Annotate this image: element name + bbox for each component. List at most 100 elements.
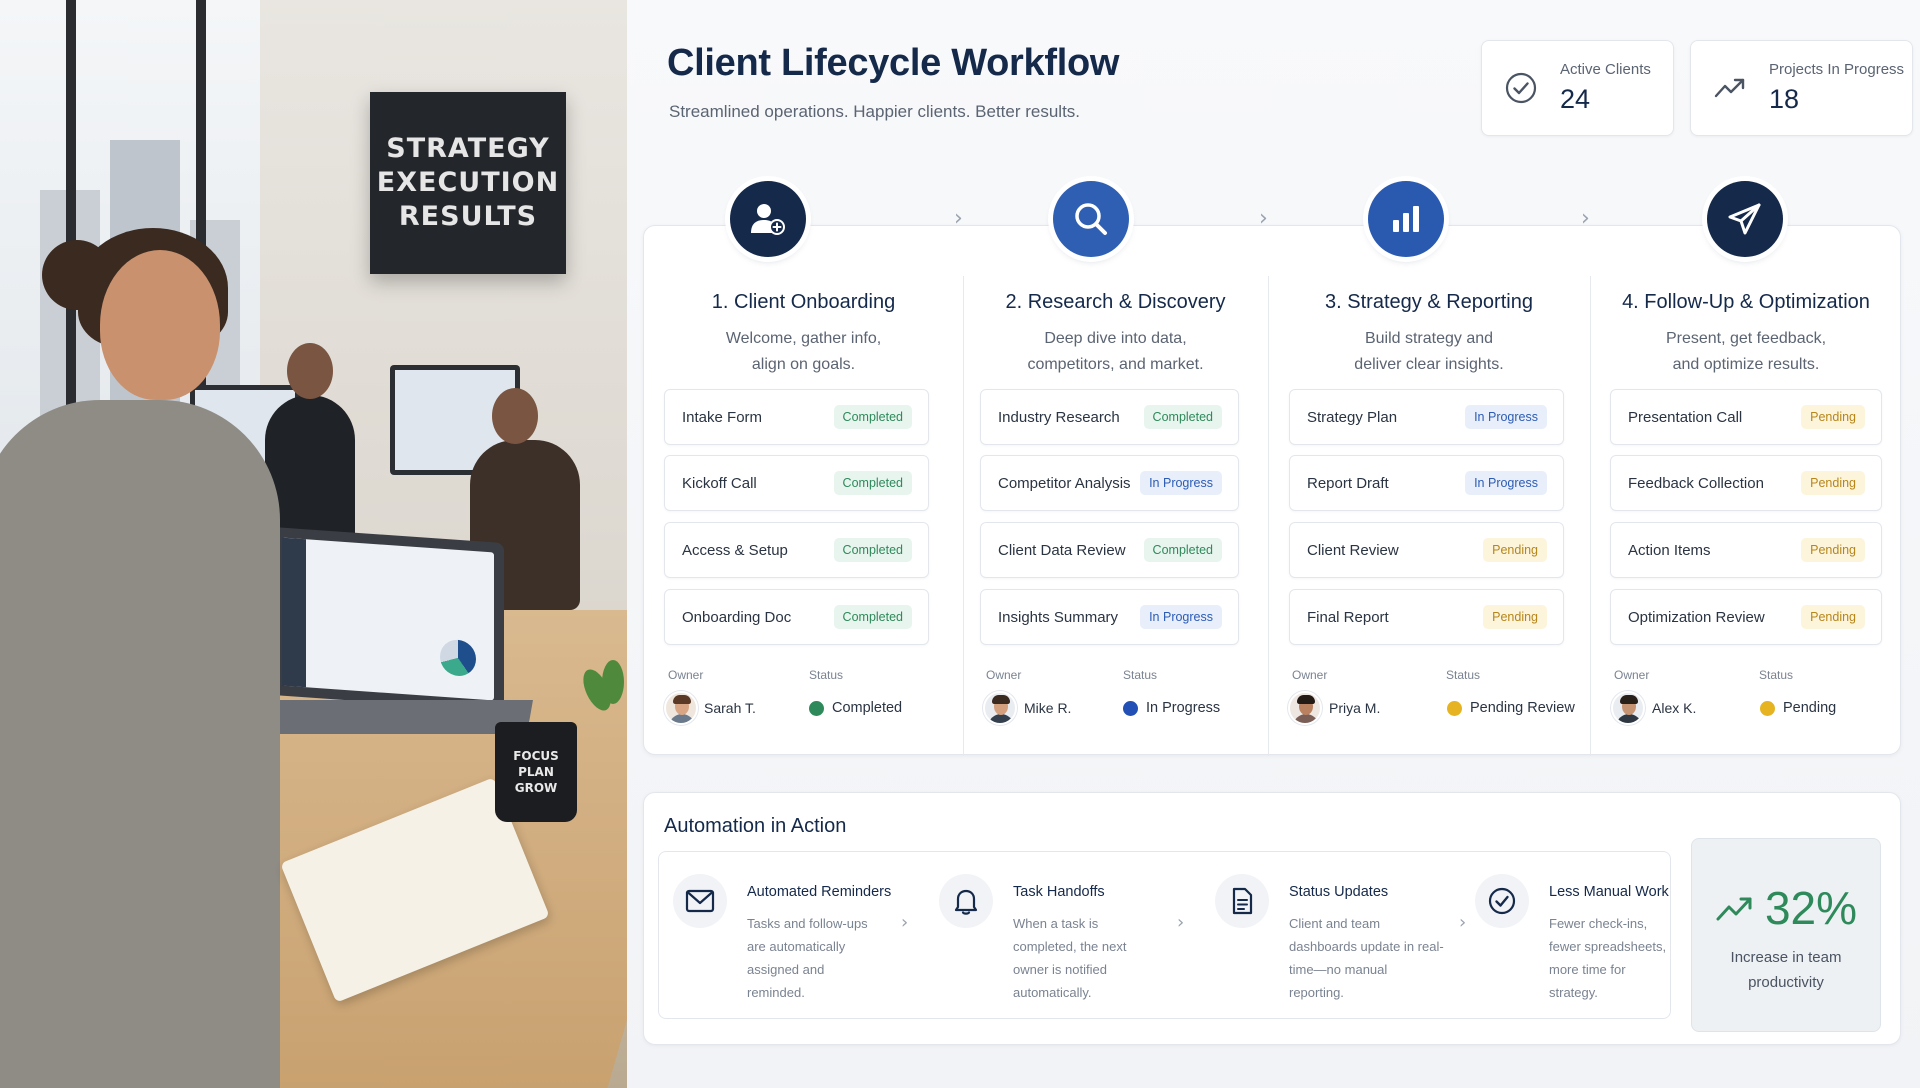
stage-description-line: competitors, and market. — [1027, 356, 1204, 373]
stage-description: Build strategy and deliver clear insight… — [1268, 326, 1590, 378]
task-card[interactable]: Strategy Plan In Progress — [1289, 389, 1564, 445]
productivity-result-card[interactable]: 32% Increase in team productivity — [1691, 838, 1881, 1032]
check-circle-icon — [1475, 874, 1529, 928]
task-name: Client Review — [1307, 541, 1399, 559]
task-card[interactable]: Optimization Review Pending — [1610, 589, 1882, 645]
status-dot — [1447, 701, 1462, 716]
task-name: Optimization Review — [1628, 608, 1765, 626]
page-subtitle: Streamlined operations. Happier clients.… — [669, 102, 1081, 121]
avatar[interactable] — [1611, 691, 1645, 725]
automation-panel: Automation in Action Automated Reminders… — [643, 792, 1901, 1045]
stage-title: 1. Client Onboarding — [711, 291, 896, 313]
status-badge: Pending — [1801, 471, 1865, 495]
task-card[interactable]: Intake Form Completed — [664, 389, 929, 445]
owner-name: Alex K. — [1652, 700, 1697, 716]
kpi-active-clients[interactable]: Active Clients 24 — [1481, 40, 1674, 136]
plant — [577, 660, 627, 740]
avatar[interactable] — [664, 691, 698, 725]
avatar[interactable] — [1288, 691, 1322, 725]
chevron-right-icon: › — [1459, 912, 1467, 933]
task-name: Report Draft — [1307, 474, 1389, 492]
result-caption: Increase in team productivity — [1692, 945, 1880, 995]
status-dot — [1760, 701, 1775, 716]
feature-description: Fewer check-ins, fewer spreadsheets, mor… — [1549, 916, 1667, 1000]
stage-status: Completed — [832, 700, 903, 716]
wall-sign-text: STRATEGY EXECUTION RESULTS — [376, 133, 560, 232]
status-badge: Completed — [833, 471, 912, 495]
task-name: Final Report — [1307, 608, 1389, 626]
status-badge: Completed — [833, 605, 912, 629]
task-name: Intake Form — [682, 408, 763, 426]
feature-title: Status Updates — [1289, 884, 1389, 900]
feature-title: Automated Reminders — [747, 884, 892, 900]
stage-description-line: Deep dive into data, — [1044, 330, 1187, 347]
trend-up-icon — [1714, 78, 1745, 98]
owner-label: Owner — [1292, 668, 1328, 682]
stage-status: Pending — [1783, 700, 1837, 716]
check-circle-icon — [1505, 72, 1537, 104]
mug: FOCUS PLAN GROW — [495, 722, 577, 822]
task-card[interactable]: Access & Setup Completed — [664, 522, 929, 578]
status-label: Status — [1446, 668, 1481, 682]
mail-icon — [673, 874, 727, 928]
stage-description: Welcome, gather info, align on goals. — [644, 326, 963, 378]
add-user-icon[interactable] — [730, 181, 806, 257]
task-card[interactable]: Action Items Pending — [1610, 522, 1882, 578]
search-icon[interactable] — [1053, 181, 1129, 257]
owner-label: Owner — [1614, 668, 1650, 682]
feature-title: Less Manual Work — [1549, 884, 1669, 900]
paper-plane-icon[interactable] — [1707, 181, 1783, 257]
kpi-value: 18 — [1769, 84, 1800, 114]
task-card[interactable]: Feedback Collection Pending — [1610, 455, 1882, 511]
stage-client-onboarding: 1. Client Onboarding Welcome, gather inf… — [644, 181, 963, 756]
task-card[interactable]: Onboarding Doc Completed — [664, 589, 929, 645]
stage-strategy-reporting: 3. Strategy & Reporting Build strategy a… — [1268, 181, 1590, 756]
owner-name: Priya M. — [1329, 700, 1381, 716]
task-card[interactable]: Client Review Pending — [1289, 522, 1564, 578]
task-card[interactable]: Insights Summary In Progress — [980, 589, 1239, 645]
feature-title: Task Handoffs — [1013, 884, 1105, 900]
status-badge: In Progress — [1465, 471, 1547, 495]
feature-description: Tasks and follow-ups are automatically a… — [747, 916, 868, 1000]
feature-description: Client and team dashboards update in rea… — [1289, 916, 1444, 1000]
stage-description-line: and optimize results. — [1672, 356, 1820, 373]
status-badge: Completed — [833, 405, 912, 429]
stage-research-discovery: 2. Research & Discovery Deep dive into d… — [963, 181, 1268, 756]
task-name: Action Items — [1628, 541, 1711, 559]
status-label: Status — [1123, 668, 1158, 682]
automation-title: Automation in Action — [664, 815, 847, 837]
task-card[interactable]: Presentation Call Pending — [1610, 389, 1882, 445]
status-badge: Pending — [1801, 405, 1865, 429]
task-card[interactable]: Kickoff Call Completed — [664, 455, 929, 511]
wall-sign: STRATEGY EXECUTION RESULTS — [370, 92, 566, 274]
status-badge: In Progress — [1140, 471, 1222, 495]
stage-title: 4. Follow-Up & Optimization — [1622, 291, 1870, 313]
avatar[interactable] — [983, 691, 1017, 725]
stage-title: 3. Strategy & Reporting — [1325, 291, 1533, 313]
stage-title: 2. Research & Discovery — [1005, 291, 1226, 313]
kpi-value: 24 — [1560, 84, 1591, 114]
pie-chart-icon — [440, 638, 476, 678]
task-card[interactable]: Industry Research Completed — [980, 389, 1239, 445]
task-name: Presentation Call — [1628, 408, 1743, 426]
task-card[interactable]: Report Draft In Progress — [1289, 455, 1564, 511]
task-card[interactable]: Final Report Pending — [1289, 589, 1564, 645]
stage-description-line: deliver clear insights. — [1354, 356, 1504, 373]
mug-text: FOCUS PLAN GROW — [513, 749, 559, 795]
bar-chart-icon[interactable] — [1368, 181, 1444, 257]
kpi-projects-in-progress[interactable]: Projects In Progress 18 — [1690, 40, 1913, 136]
task-name: Access & Setup — [682, 541, 788, 559]
stage-description-line: Build strategy and — [1364, 330, 1494, 347]
feature-description: When a task is completed, the next owner… — [1013, 916, 1127, 1000]
status-badge: In Progress — [1465, 405, 1547, 429]
task-card[interactable]: Client Data Review Completed — [980, 522, 1239, 578]
result-value-row: 32% — [1692, 881, 1880, 935]
status-dot — [809, 701, 824, 716]
task-card[interactable]: Competitor Analysis In Progress — [980, 455, 1239, 511]
status-badge: Completed — [833, 538, 912, 562]
stage-description-line: align on goals. — [751, 356, 856, 373]
status-badge: Pending — [1801, 605, 1865, 629]
task-name: Competitor Analysis — [998, 474, 1131, 492]
result-caption-line: productivity — [1748, 974, 1824, 991]
task-name: Industry Research — [998, 408, 1120, 426]
